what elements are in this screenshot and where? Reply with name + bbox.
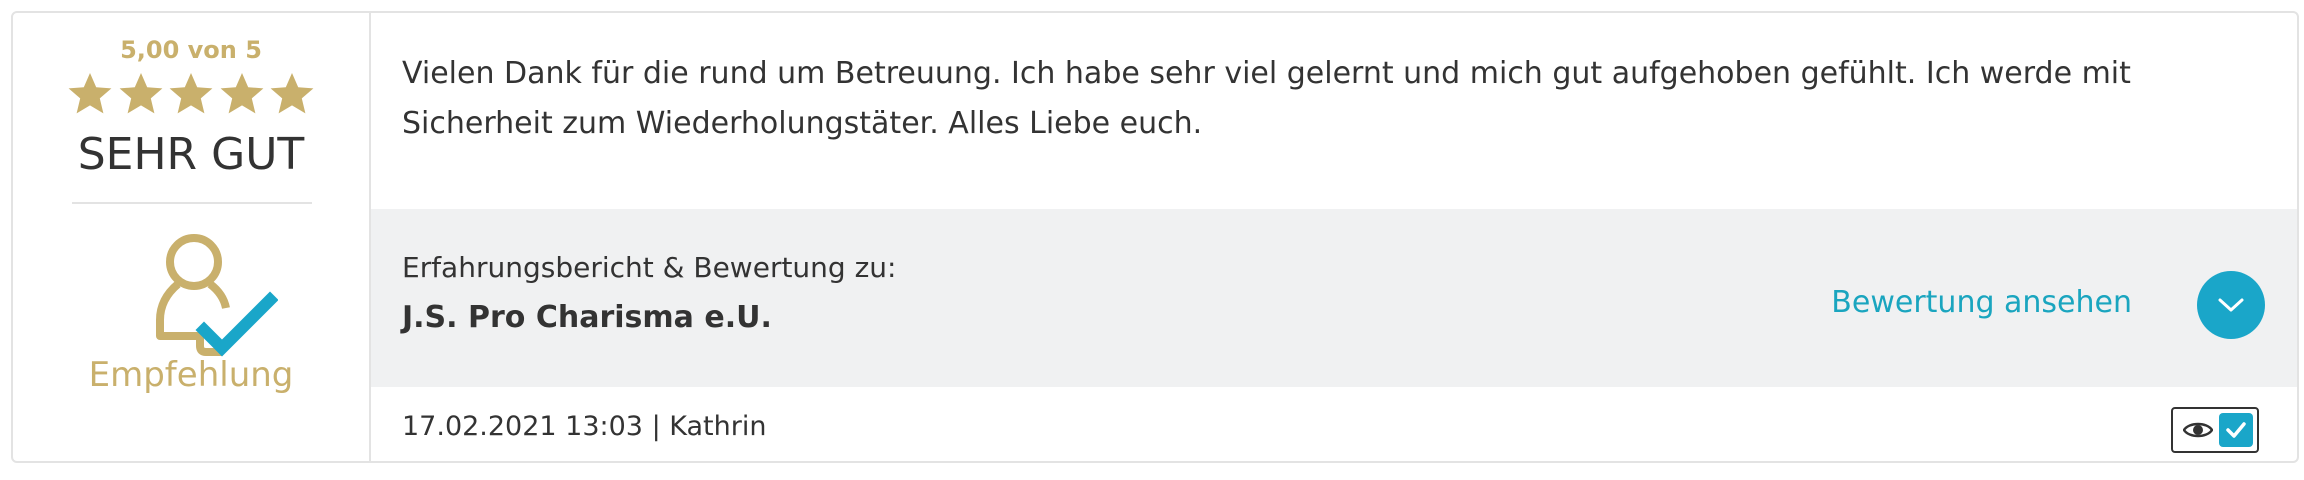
eye-icon [2183,422,2213,438]
star-icon [270,73,314,114]
review-text: Vielen Dank für die rund um Betreuung. I… [402,56,2131,141]
view-review-button[interactable] [2197,271,2265,339]
divider [72,202,312,204]
rating-verdict: SEHR GUT [77,129,305,180]
verified-check [2219,413,2253,447]
chevron-down-icon [2218,298,2244,312]
rating-panel: 5,00 von 5 SEHR GUT Empfehlung [13,13,371,461]
view-review-link[interactable]: Bewertung ansehen [1831,285,2132,320]
review-date-author: 17.02.2021 13:03 | Kathrin [402,411,767,442]
star-icon [119,73,162,114]
star-icon [220,73,263,114]
review-subject-panel: Erfahrungsbericht & Bewertung zu: J.S. P… [371,209,2297,387]
subject-label: Erfahrungsbericht & Bewertung zu: [402,251,897,284]
recommendation-label: Empfehlung [88,355,294,395]
company-name[interactable]: J.S. Pro Charisma e.U. [402,300,772,335]
star-rating [66,70,316,120]
star-icon [68,73,112,114]
star-icon [169,73,213,114]
checkmark-icon [2226,422,2246,438]
review-card: 5,00 von 5 SEHR GUT Empfehlung Vielen Da… [11,11,2299,463]
verified-badge[interactable] [2171,407,2259,453]
recommendation-person-check-icon [156,234,278,357]
rating-score: 5,00 von 5 [120,36,262,64]
